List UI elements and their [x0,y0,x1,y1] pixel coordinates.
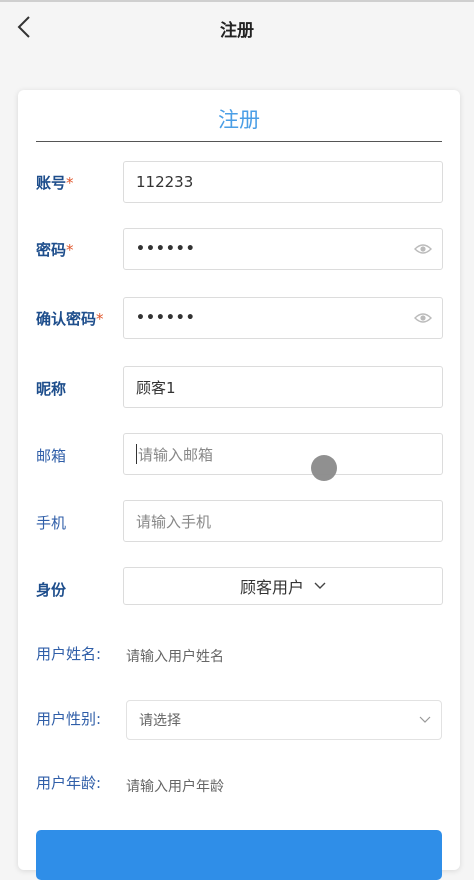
identity-value: 顾客用户 [239,578,304,597]
confirm-password-label: 确认密码* [36,310,104,328]
password-input[interactable]: •••••• [123,228,443,270]
password-value: •••••• [136,241,196,257]
identity-label: 身份 [36,581,67,599]
nickname-label: 昵称 [36,380,67,398]
nav-bar: 注册 [0,2,474,54]
age-label: 用户年龄: [36,774,102,792]
email-placeholder: 请输入邮箱 [138,445,214,464]
account-label: 账号* [36,174,74,192]
register-card: 注册 账号* 112233 密码* •••••• 确认密码* •••••• 昵称… [18,90,460,880]
gender-label: 用户性别: [36,710,102,728]
username-label: 用户姓名: [36,645,102,663]
email-label: 邮箱 [36,447,67,465]
register-submit-button[interactable] [36,830,442,880]
confirm-password-input[interactable]: •••••• [123,297,443,339]
nickname-input[interactable]: 顾客1 [123,366,443,408]
age-input[interactable]: 请输入用户年龄 [126,776,224,796]
card-title: 注册 [218,108,260,132]
chevron-down-icon [419,712,431,728]
text-caret [136,444,137,464]
phone-label: 手机 [36,514,67,532]
chevron-down-icon [314,582,326,590]
gender-select[interactable]: 请选择 [126,700,442,740]
nickname-value: 顾客1 [136,378,176,397]
phone-input[interactable]: 请输入手机 [123,500,443,542]
phone-placeholder: 请输入手机 [136,512,212,531]
eye-icon[interactable] [414,242,434,256]
gender-placeholder: 请选择 [139,713,181,729]
username-input[interactable]: 请输入用户姓名 [126,646,224,666]
account-input[interactable]: 112233 [123,161,443,203]
email-input[interactable]: 请输入邮箱 [123,433,443,475]
identity-select[interactable]: 顾客用户 [123,567,443,605]
account-value: 112233 [136,173,194,191]
touch-indicator [311,455,337,481]
page-title: 注册 [220,21,254,41]
divider [36,141,442,142]
eye-icon[interactable] [414,311,434,325]
password-label: 密码* [36,241,74,259]
confirm-password-value: •••••• [136,310,196,326]
